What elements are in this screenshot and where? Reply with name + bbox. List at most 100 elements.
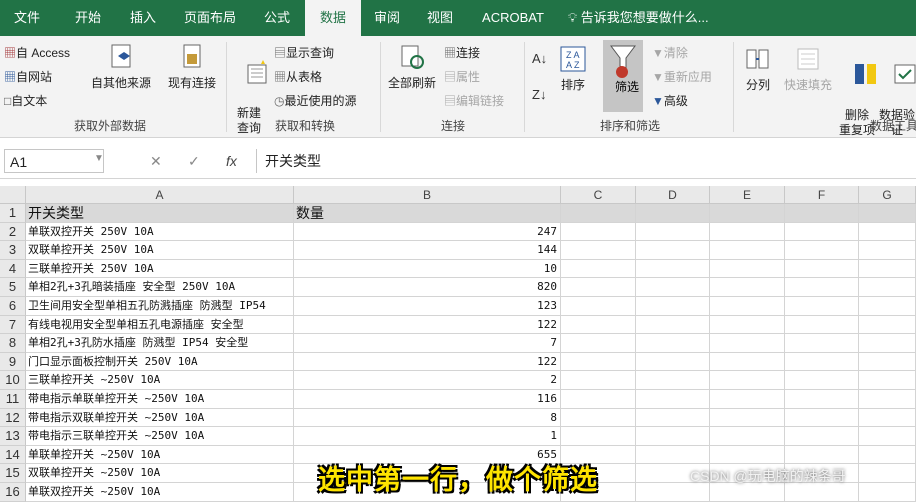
cell-switch-type[interactable]: 有线电视用安全型单相五孔电源插座 安全型 <box>26 315 294 335</box>
cell-empty[interactable] <box>561 204 636 223</box>
cell-empty[interactable] <box>710 204 785 223</box>
cell-empty[interactable] <box>710 222 785 242</box>
row-header[interactable]: 15 <box>0 464 26 483</box>
row-header[interactable]: 14 <box>0 445 26 465</box>
text-to-columns-button[interactable]: 分列 <box>738 44 778 93</box>
column-header-d[interactable]: D <box>636 186 710 204</box>
cell-empty[interactable] <box>710 408 785 428</box>
cell-empty[interactable] <box>785 204 859 223</box>
cell-empty[interactable] <box>785 390 859 409</box>
cell-quantity[interactable]: 116 <box>294 390 561 409</box>
tab-page-layout[interactable]: 页面布局 <box>172 0 248 36</box>
cell-switch-type[interactable]: 三联单控开关 ~250V 10A <box>26 371 294 390</box>
cell-empty[interactable] <box>710 427 785 446</box>
from-access-button[interactable]: ▦自 Access <box>4 44 70 61</box>
cell-empty[interactable] <box>710 278 785 297</box>
cell-empty[interactable] <box>561 352 636 372</box>
cell-empty[interactable] <box>561 297 636 316</box>
cell-switch-type[interactable]: 带电指示双联单控开关 ~250V 10A <box>26 408 294 428</box>
cell-empty[interactable] <box>785 371 859 390</box>
clear-filter-button[interactable]: ▼清除 <box>652 44 688 61</box>
cell-empty[interactable] <box>636 259 710 279</box>
cell-empty[interactable] <box>859 390 916 409</box>
cell-empty[interactable] <box>561 371 636 390</box>
cell-quantity[interactable]: 144 <box>294 241 561 260</box>
insert-function-button[interactable]: fx <box>226 153 237 169</box>
cell-empty[interactable] <box>710 445 785 465</box>
row-header[interactable]: 9 <box>0 352 26 372</box>
row-header[interactable]: 11 <box>0 390 26 409</box>
enter-check-icon[interactable]: ✓ <box>188 153 200 170</box>
cancel-icon[interactable]: ✕ <box>150 153 162 170</box>
cell-quantity[interactable]: 1 <box>294 427 561 446</box>
cell-empty[interactable] <box>636 445 710 465</box>
cell-empty[interactable] <box>710 352 785 372</box>
row-header[interactable]: 10 <box>0 371 26 390</box>
cell-empty[interactable] <box>561 259 636 279</box>
cell-empty[interactable] <box>561 315 636 335</box>
cell-empty[interactable] <box>561 334 636 353</box>
row-header[interactable]: 4 <box>0 259 26 279</box>
column-header-e[interactable]: E <box>710 186 785 204</box>
tell-me-box[interactable]: 💡︎ 告诉我您想要做什么... <box>568 0 718 36</box>
row-header[interactable]: 13 <box>0 427 26 446</box>
column-header-g[interactable]: G <box>859 186 916 204</box>
cell-quantity[interactable]: 247 <box>294 222 561 242</box>
cell-empty[interactable] <box>561 390 636 409</box>
edit-links-button[interactable]: ▤编辑链接 <box>444 92 504 109</box>
cell-empty[interactable] <box>636 408 710 428</box>
sort-button[interactable]: Z AA Z 排序 <box>556 44 590 93</box>
cell-empty[interactable] <box>710 315 785 335</box>
cell-quantity[interactable]: 数量 <box>294 204 561 223</box>
name-box-dropdown-icon[interactable]: ▼ <box>94 153 104 164</box>
show-queries-button[interactable]: ▤显示查询 <box>274 44 334 61</box>
cell-empty[interactable] <box>636 278 710 297</box>
row-header[interactable]: 3 <box>0 241 26 260</box>
cell-quantity[interactable]: 820 <box>294 278 561 297</box>
from-other-sources-button[interactable]: 自其他来源 <box>88 42 154 91</box>
cell-empty[interactable] <box>636 297 710 316</box>
select-all-corner[interactable] <box>0 186 26 204</box>
cell-switch-type[interactable]: 单相2孔+3孔暗装插座 安全型 250V 10A <box>26 278 294 297</box>
row-header[interactable]: 2 <box>0 222 26 242</box>
cell-empty[interactable] <box>859 241 916 260</box>
cell-empty[interactable] <box>710 297 785 316</box>
cell-empty[interactable] <box>859 259 916 279</box>
existing-connections-button[interactable]: 现有连接 <box>164 42 220 91</box>
cell-switch-type[interactable]: 双联单控开关 250V 10A <box>26 241 294 260</box>
cell-switch-type[interactable]: 单相2孔+3孔防水插座 防溅型 IP54 安全型 <box>26 334 294 353</box>
tab-view[interactable]: 视图 <box>414 0 466 36</box>
reapply-button[interactable]: ▼重新应用 <box>652 68 712 85</box>
cell-quantity[interactable]: 7 <box>294 334 561 353</box>
row-header[interactable]: 5 <box>0 278 26 297</box>
cell-switch-type[interactable]: 单联双控开关 ~250V 10A <box>26 483 294 502</box>
from-text-button[interactable]: □自文本 <box>4 92 47 109</box>
advanced-filter-button[interactable]: ▼高级 <box>652 92 688 109</box>
cell-switch-type[interactable]: 双联单控开关 ~250V 10A <box>26 464 294 483</box>
cell-quantity[interactable]: 10 <box>294 259 561 279</box>
cell-switch-type[interactable]: 三联单控开关 250V 10A <box>26 259 294 279</box>
cell-empty[interactable] <box>859 483 916 502</box>
cell-empty[interactable] <box>859 315 916 335</box>
cell-empty[interactable] <box>859 278 916 297</box>
cell-empty[interactable] <box>636 427 710 446</box>
column-header-b[interactable]: B <box>294 186 561 204</box>
cell-empty[interactable] <box>859 445 916 465</box>
cell-switch-type[interactable]: 门口显示面板控制开关 250V 10A <box>26 352 294 372</box>
cell-empty[interactable] <box>636 371 710 390</box>
cell-empty[interactable] <box>785 427 859 446</box>
tab-insert[interactable]: 插入 <box>116 0 170 36</box>
column-header-f[interactable]: F <box>785 186 859 204</box>
flash-fill-button[interactable]: 快速填充 <box>780 44 836 93</box>
cell-empty[interactable] <box>785 315 859 335</box>
cell-empty[interactable] <box>636 315 710 335</box>
cell-empty[interactable] <box>785 259 859 279</box>
cell-empty[interactable] <box>785 278 859 297</box>
recent-sources-button[interactable]: ◷最近使用的源 <box>274 92 357 109</box>
row-header[interactable]: 6 <box>0 297 26 316</box>
cell-empty[interactable] <box>785 297 859 316</box>
formula-input[interactable]: 开关类型 <box>256 149 916 173</box>
cell-empty[interactable] <box>859 352 916 372</box>
tab-formulas[interactable]: 公式 <box>252 0 302 36</box>
cell-switch-type[interactable]: 单联双控开关 250V 10A <box>26 222 294 242</box>
